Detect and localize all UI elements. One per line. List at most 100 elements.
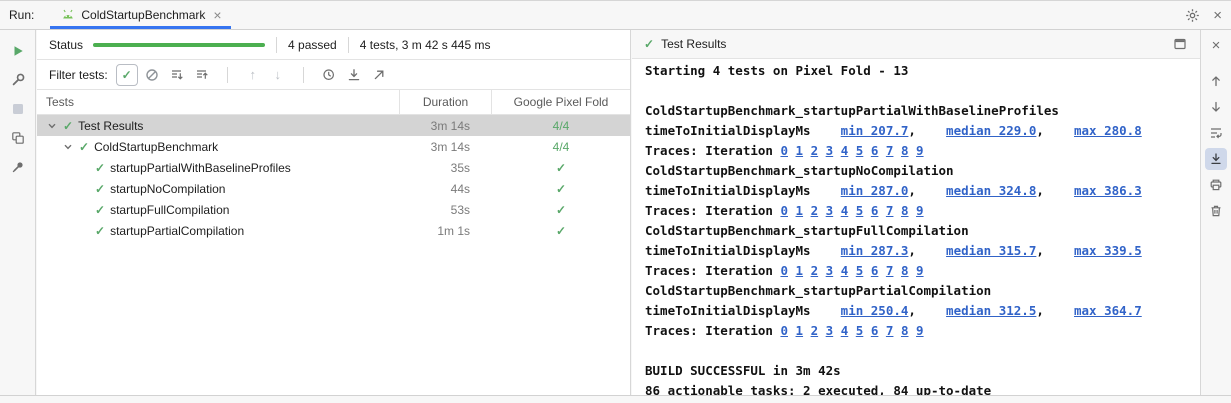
max-link[interactable]: max 280.8	[1074, 123, 1142, 138]
median-link[interactable]: median 324.8	[946, 183, 1036, 198]
max-link[interactable]: max 386.3	[1074, 183, 1142, 198]
print-icon[interactable]	[1205, 174, 1227, 196]
export-tests-icon[interactable]	[368, 64, 390, 86]
iteration-link[interactable]: 0	[780, 143, 788, 158]
iteration-link[interactable]: 2	[811, 323, 819, 338]
pin-tab-icon[interactable]	[7, 156, 29, 178]
test-row[interactable]: ✓startupPartialCompilation1m 1s✓	[37, 220, 630, 241]
show-passed-filter-icon[interactable]: ✓	[116, 64, 138, 86]
console-text	[818, 263, 826, 278]
console-line: ColdStartupBenchmark_startupPartialCompi…	[645, 281, 1200, 301]
max-link[interactable]: max 364.7	[1074, 303, 1142, 318]
median-link[interactable]: median 229.0	[946, 123, 1036, 138]
console-panel: ✓ Test Results Starting 4 tests on Pixel…	[632, 30, 1200, 395]
console-output[interactable]: Starting 4 tests on Pixel Fold - 13 Cold…	[632, 59, 1200, 395]
console-text: ColdStartupBenchmark_startupPartialWithB…	[645, 103, 1059, 118]
next-failed-test-icon[interactable]: ↓	[267, 64, 289, 86]
iteration-link[interactable]: 0	[780, 203, 788, 218]
min-link[interactable]: min 287.0	[841, 183, 909, 198]
test-row[interactable]: ✓Test Results3m 14s4/4	[37, 115, 630, 136]
console-text: Traces: Iteration	[645, 203, 780, 218]
test-row[interactable]: ✓startupNoCompilation44s✓	[37, 178, 630, 199]
console-line: BUILD SUCCESSFUL in 3m 42s	[645, 361, 1200, 381]
test-name-cell: ✓startupPartialCompilation	[37, 224, 400, 238]
iteration-link[interactable]: 2	[811, 263, 819, 278]
device-passed-icon: ✓	[492, 162, 630, 174]
scroll-to-end-icon[interactable]	[1205, 148, 1227, 170]
chevron-down-icon[interactable]	[45, 121, 58, 131]
iteration-link[interactable]: 8	[901, 263, 909, 278]
restore-layout-icon[interactable]	[7, 127, 29, 149]
iteration-link[interactable]: 8	[901, 203, 909, 218]
stop-button[interactable]	[7, 98, 29, 120]
status-label: Status	[49, 38, 83, 52]
previous-failed-test-icon[interactable]: ↑	[242, 64, 264, 86]
run-tab-title: ColdStartupBenchmark	[81, 8, 205, 22]
collapse-all-icon[interactable]	[191, 64, 213, 86]
max-link[interactable]: max 339.5	[1074, 243, 1142, 258]
soft-wrap-icon[interactable]	[1205, 122, 1227, 144]
clear-console-trash-icon[interactable]	[1205, 200, 1227, 222]
iteration-link[interactable]: 9	[916, 203, 924, 218]
edit-configuration-wrench-icon[interactable]	[7, 69, 29, 91]
console-text: ,	[908, 183, 946, 198]
up-arrow-icon: ↑	[249, 67, 256, 82]
close-console-icon[interactable]: ×	[1205, 34, 1227, 56]
median-link[interactable]: median 312.5	[946, 303, 1036, 318]
iteration-link[interactable]: 8	[901, 323, 909, 338]
test-row[interactable]: ✓ColdStartupBenchmark3m 14s4/4	[37, 136, 630, 157]
expand-all-icon[interactable]	[166, 64, 188, 86]
console-text: 86 actionable tasks: 2 executed, 84 up-t…	[645, 383, 991, 395]
iteration-link[interactable]: 0	[780, 323, 788, 338]
run-label: Run:	[0, 8, 38, 22]
iteration-link[interactable]: 8	[901, 143, 909, 158]
console-title: Test Results	[661, 37, 726, 51]
column-tests[interactable]: Tests	[37, 90, 400, 114]
settings-gear-icon[interactable]	[1181, 4, 1203, 26]
console-text	[863, 323, 871, 338]
test-duration: 3m 14s	[400, 119, 492, 133]
test-name-label: startupNoCompilation	[110, 182, 225, 196]
iteration-link[interactable]: 1	[796, 143, 804, 158]
device-result-count: 4/4	[492, 119, 630, 133]
console-text: BUILD SUCCESSFUL in 3m 42s	[645, 363, 841, 378]
console-text	[878, 263, 886, 278]
test-row[interactable]: ✓startupPartialWithBaselineProfiles35s✓	[37, 157, 630, 178]
rerun-tests-button[interactable]	[7, 40, 29, 62]
console-text	[818, 203, 826, 218]
show-ignored-filter-icon[interactable]	[141, 64, 163, 86]
next-occurrence-icon[interactable]	[1205, 96, 1227, 118]
test-row[interactable]: ✓startupFullCompilation53s✓	[37, 199, 630, 220]
import-tests-icon[interactable]	[343, 64, 365, 86]
iteration-link[interactable]: 2	[811, 203, 819, 218]
column-duration[interactable]: Duration	[400, 90, 492, 114]
iteration-link[interactable]: 9	[916, 323, 924, 338]
iteration-link[interactable]: 9	[916, 263, 924, 278]
test-history-icon[interactable]	[318, 64, 340, 86]
console-text	[833, 323, 841, 338]
run-tab[interactable]: ColdStartupBenchmark ×	[50, 1, 230, 29]
chevron-down-icon[interactable]	[61, 142, 74, 152]
min-link[interactable]: min 287.3	[841, 243, 909, 258]
console-text	[818, 323, 826, 338]
console-line: Traces: Iteration 0 1 2 3 4 5 6 7 8 9	[645, 141, 1200, 161]
iteration-link[interactable]: 2	[811, 143, 819, 158]
iteration-link[interactable]: 1	[796, 203, 804, 218]
median-link[interactable]: median 315.7	[946, 243, 1036, 258]
console-text	[833, 203, 841, 218]
min-link[interactable]: min 207.7	[841, 123, 909, 138]
dock-window-icon[interactable]	[1169, 33, 1191, 55]
column-google-pixel-fold[interactable]: Google Pixel Fold	[492, 90, 630, 114]
console-text	[863, 143, 871, 158]
iteration-link[interactable]: 1	[796, 323, 804, 338]
run-left-toolbar	[0, 30, 36, 395]
console-line: Starting 4 tests on Pixel Fold - 13	[645, 61, 1200, 81]
iteration-link[interactable]: 9	[916, 143, 924, 158]
hide-panel-icon[interactable]: ×	[1213, 8, 1222, 23]
tab-close-icon[interactable]: ×	[213, 8, 221, 22]
min-link[interactable]: min 250.4	[841, 303, 909, 318]
iteration-link[interactable]: 1	[796, 263, 804, 278]
iteration-link[interactable]: 0	[780, 263, 788, 278]
prev-occurrence-icon[interactable]	[1205, 70, 1227, 92]
console-line: ColdStartupBenchmark_startupFullCompilat…	[645, 221, 1200, 241]
